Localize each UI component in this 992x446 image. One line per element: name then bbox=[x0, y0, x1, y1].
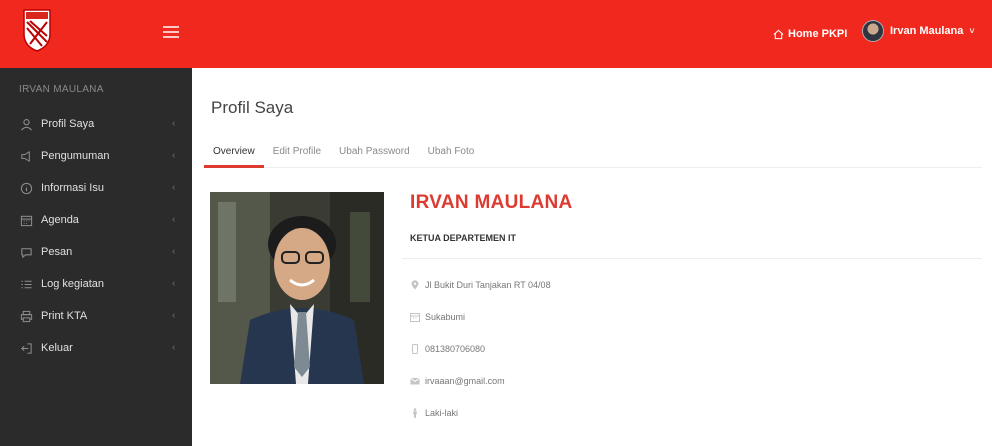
chevron-left-icon: ‹ bbox=[172, 150, 176, 161]
printer-icon bbox=[19, 309, 33, 323]
gender-text: Laki-laki bbox=[425, 408, 459, 418]
address-text: Jl Bukit Duri Tanjakan RT 04/08 bbox=[425, 280, 551, 290]
chevron-left-icon: ‹ bbox=[172, 118, 176, 129]
sidebar-item-label: Print KTA bbox=[41, 310, 88, 322]
user-menu[interactable]: Irvan Maulana ˅ bbox=[862, 20, 975, 42]
sidebar-item-pengumuman[interactable]: Pengumuman ‹ bbox=[0, 140, 192, 172]
pkpi-logo-icon[interactable] bbox=[22, 8, 52, 52]
tab-ubah-foto[interactable]: Ubah Foto bbox=[419, 138, 484, 168]
home-pkpi-link[interactable]: Home PKPI bbox=[773, 28, 847, 40]
page-title: Profil Saya bbox=[211, 98, 294, 117]
sidebar-item-label: Pesan bbox=[41, 246, 73, 258]
chevron-left-icon: ‹ bbox=[172, 214, 176, 225]
info-icon bbox=[19, 181, 33, 195]
sidebar-item-profil-saya[interactable]: Profil Saya ‹ bbox=[0, 108, 192, 140]
sidebar-item-label: Profil Saya bbox=[41, 118, 95, 130]
sidebar-item-agenda[interactable]: Agenda ‹ bbox=[0, 204, 192, 236]
phone-row: 081380706080 bbox=[410, 344, 485, 354]
email-row: irvaaan@gmail.com bbox=[410, 376, 505, 386]
male-person-icon bbox=[410, 408, 420, 418]
map-pin-icon bbox=[410, 280, 420, 290]
menu-toggle-icon[interactable] bbox=[163, 26, 179, 40]
sidebar-item-informasi-isu[interactable]: Informasi Isu ‹ bbox=[0, 172, 192, 204]
phone-text: 081380706080 bbox=[425, 344, 486, 354]
chevron-left-icon: ‹ bbox=[172, 182, 176, 193]
tab-ubah-password[interactable]: Ubah Password bbox=[330, 138, 419, 168]
list-icon bbox=[19, 277, 33, 291]
chevron-down-icon: ˅ bbox=[969, 26, 975, 36]
sidebar: IRVAN MAULANA Profil Saya ‹ Pengumuman ‹… bbox=[0, 68, 192, 446]
city-text: Sukabumi bbox=[425, 312, 466, 322]
sidebar-menu: Profil Saya ‹ Pengumuman ‹ Informasi Isu… bbox=[0, 108, 192, 364]
calendar-icon bbox=[19, 213, 33, 227]
megaphone-icon bbox=[19, 149, 33, 163]
tab-edit-profile[interactable]: Edit Profile bbox=[264, 138, 330, 168]
sidebar-item-label: Keluar bbox=[41, 342, 73, 354]
chevron-left-icon: ‹ bbox=[172, 246, 176, 257]
home-icon bbox=[773, 29, 784, 39]
sidebar-item-label: Informasi Isu bbox=[41, 182, 104, 194]
top-navbar: Home PKPI Irvan Maulana ˅ bbox=[0, 0, 992, 68]
chevron-left-icon: ‹ bbox=[172, 278, 176, 289]
avatar bbox=[862, 20, 884, 42]
sidebar-item-label: Log kegiatan bbox=[41, 278, 104, 290]
envelope-icon bbox=[410, 376, 420, 386]
logout-icon bbox=[19, 341, 33, 355]
chevron-left-icon: ‹ bbox=[172, 310, 176, 321]
profile-tabs: Overview Edit Profile Ubah Password Ubah… bbox=[204, 138, 982, 168]
main-content: Profil Saya Overview Edit Profile Ubah P… bbox=[192, 68, 992, 446]
gender-row: Laki-laki bbox=[410, 408, 458, 418]
profile-divider bbox=[402, 258, 982, 259]
sidebar-item-label: Pengumuman bbox=[41, 150, 110, 162]
tab-overview[interactable]: Overview bbox=[204, 138, 264, 168]
home-link-label: Home PKPI bbox=[788, 28, 848, 40]
sidebar-item-keluar[interactable]: Keluar ‹ bbox=[0, 332, 192, 364]
sidebar-item-pesan[interactable]: Pesan ‹ bbox=[0, 236, 192, 268]
sidebar-item-label: Agenda bbox=[41, 214, 79, 226]
chevron-left-icon: ‹ bbox=[172, 342, 176, 353]
mobile-phone-icon bbox=[410, 344, 420, 354]
city-row: Sukabumi bbox=[410, 312, 465, 322]
address-row: Jl Bukit Duri Tanjakan RT 04/08 bbox=[410, 280, 551, 290]
calendar-icon bbox=[410, 312, 420, 322]
sidebar-item-print-kta[interactable]: Print KTA ‹ bbox=[0, 300, 192, 332]
chat-icon bbox=[19, 245, 33, 259]
email-text: irvaaan@gmail.com bbox=[425, 376, 505, 386]
profile-role: KETUA DEPARTEMEN IT bbox=[410, 233, 517, 243]
user-name-label: Irvan Maulana bbox=[890, 25, 964, 37]
sidebar-user-name: IRVAN MAULANA bbox=[19, 84, 104, 95]
profile-photo bbox=[210, 192, 384, 384]
sidebar-item-log-kegiatan[interactable]: Log kegiatan ‹ bbox=[0, 268, 192, 300]
user-icon bbox=[19, 117, 33, 131]
profile-name: IRVAN MAULANA bbox=[410, 192, 573, 213]
